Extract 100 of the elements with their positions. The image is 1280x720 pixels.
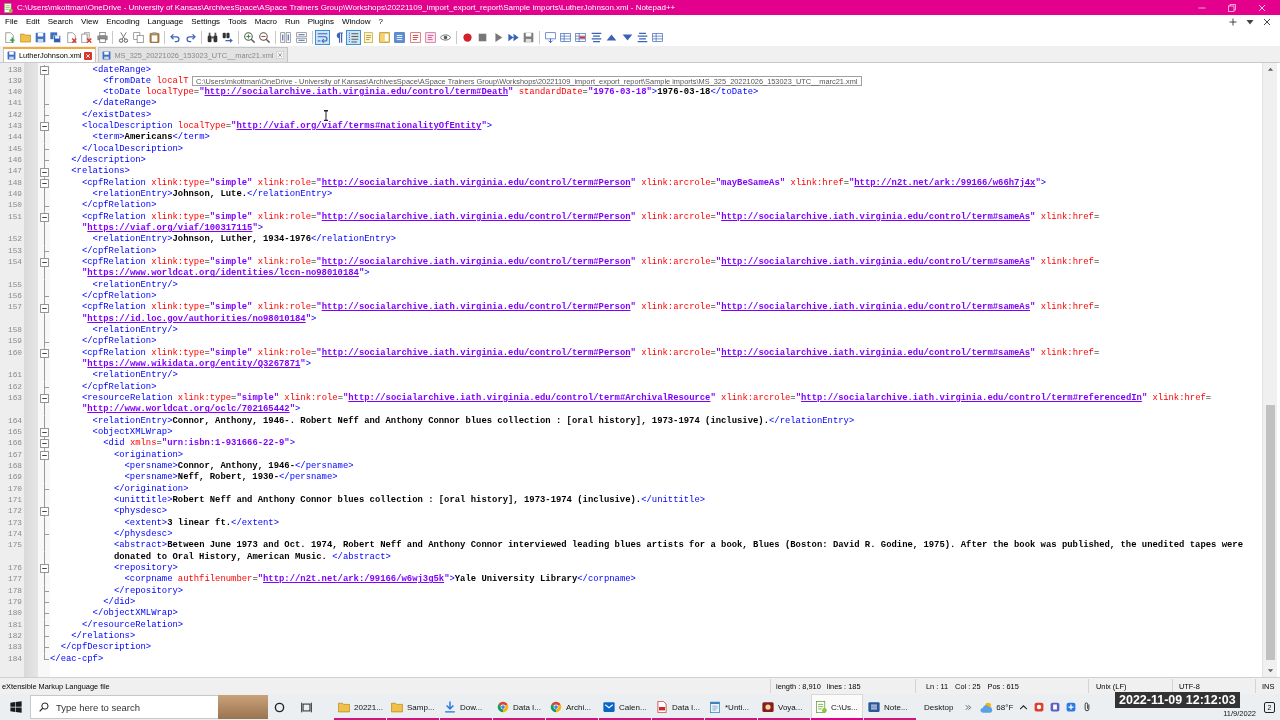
paperclip-icon[interactable] <box>1082 702 1093 712</box>
fold-toggle-icon[interactable] <box>39 65 49 75</box>
code-line: </cpfDescription> <box>60 642 152 654</box>
url-link[interactable]: http://socialarchive.iath.virginia.edu/control/term#Person <box>321 211 631 222</box>
fold-toggle-icon[interactable] <box>39 303 49 313</box>
taskbar-button[interactable]: Dow... <box>440 694 492 720</box>
code-line: <relationEntry>Connor, Anthony, 1946-. Robert Neff and Anthony Connor blues collection : [oral history], 1973-1974 (inclusive).</relationEntry> <box>92 415 855 427</box>
fold-toggle-icon[interactable] <box>39 450 49 460</box>
close-icon[interactable] <box>84 51 93 60</box>
fold-toggle-icon[interactable] <box>39 122 49 132</box>
taskbar-button[interactable]: Data I... <box>493 694 545 720</box>
weather-button[interactable]: 68°F <box>980 700 1014 714</box>
url-link[interactable]: https://www.worldcat.org/identities/lccn-no98010184 <box>87 268 359 279</box>
taskbar-button[interactable]: 20221... <box>334 694 386 720</box>
url-link[interactable]: http://socialarchive.iath.virginia.edu/control/term#Person <box>321 302 631 313</box>
url-link[interactable]: http://socialarchive.iath.virginia.edu/control/term#Person <box>321 347 631 358</box>
code-line: </cpfRelation> <box>81 245 157 257</box>
taskbar-button[interactable]: Voya... <box>758 694 810 720</box>
code-line: </physdesc> <box>113 528 173 540</box>
menu-item[interactable]: View <box>77 16 103 28</box>
url-link[interactable]: http://n2t.net/ark:/99166/w6wj3g5k <box>263 574 445 585</box>
menu-item[interactable]: File <box>1 16 22 28</box>
notepad-icon <box>709 701 721 713</box>
menu-item[interactable]: Run <box>281 16 304 28</box>
toolbar-button[interactable] <box>48 30 64 45</box>
menu-item[interactable]: Tools <box>224 16 251 28</box>
url-link[interactable]: https://id.loc.gov/authorities/no98010184 <box>87 313 306 324</box>
mail-tile-icon <box>603 701 615 713</box>
taskbar-button[interactable]: *Unti... <box>705 694 757 720</box>
app-tile-icon[interactable] <box>1050 702 1061 712</box>
url-link[interactable]: http://socialarchive.iath.virginia.edu/control/term#ArchivalResource <box>348 393 711 403</box>
url-link[interactable]: http://socialarchive.iath.virginia.edu/control/term#Person <box>321 257 631 268</box>
menu-item[interactable]: Language <box>143 16 188 28</box>
fold-toggle-icon[interactable] <box>39 564 49 574</box>
url-link[interactable]: http://viaf.org/viaf/terms#nationalityOfEntity <box>236 121 482 132</box>
document-icon <box>656 701 668 713</box>
close-icon[interactable] <box>1263 18 1271 26</box>
menu-item[interactable]: Macro <box>250 16 282 28</box>
url-link[interactable]: http://www.worldcat.org/oclc/702165442 <box>87 404 290 415</box>
url-link[interactable]: http://n2t.net/ark:/99166/w66h7j4x <box>854 177 1036 188</box>
url-link[interactable]: http://socialarchive.iath.virginia.edu/control/term#sameAs <box>721 302 1031 313</box>
taskbar-button[interactable]: Calen... <box>599 694 651 720</box>
code-line: <cpfRelation xlink:type="simple" xlink:role="http://socialarchive.iath.virginia.edu/control/term#Person" xlink:arcrole="http://socialarchive.iath.virginia.edu/control/term#sameAs" xlink:href= <box>81 257 1100 268</box>
url-link[interactable]: http://socialarchive.iath.virginia.edu/control/term#sameAs <box>721 347 1031 358</box>
start-icon[interactable] <box>10 701 22 713</box>
menu-item[interactable]: Settings <box>187 16 225 28</box>
task-view-icon[interactable] <box>301 701 312 713</box>
desktop-button[interactable]: Desktop <box>924 702 954 712</box>
taskbar-button[interactable]: C:\Us... <box>811 694 863 720</box>
caret-up-icon[interactable] <box>1019 702 1029 712</box>
fold-toggle-icon[interactable] <box>39 348 49 358</box>
code-line: <relations> <box>71 166 130 178</box>
url-link[interactable]: https://viaf.org/viaf/100317115 <box>87 223 253 234</box>
search-field[interactable]: Type here to search <box>30 695 218 719</box>
menu-item[interactable]: ? <box>374 16 387 28</box>
menu-item[interactable]: Encoding <box>102 16 144 28</box>
code-line: <unittitle>Robert Neff and Anthony Connor blues collection : [oral history], 1973-1974 (inclusive).</unittitle> <box>113 494 706 506</box>
vertical-scrollbar[interactable] <box>1262 63 1277 677</box>
menu-item[interactable]: Plugins <box>303 16 338 28</box>
fold-toggle-icon[interactable] <box>39 178 49 188</box>
url-link[interactable]: http://socialarchive.iath.virginia.edu/control/term#Death <box>204 87 509 98</box>
fold-toggle-icon[interactable] <box>39 439 49 449</box>
scrollbar-thumb[interactable] <box>1265 405 1275 660</box>
url-link[interactable]: https://www.wikidata.org/entity/Q3267871 <box>87 359 301 370</box>
taskbar-button[interactable]: Archi... <box>546 694 598 720</box>
fold-toggle-icon[interactable] <box>39 212 49 222</box>
fold-toggle-icon[interactable] <box>39 394 49 404</box>
fold-toggle-icon[interactable] <box>39 258 49 268</box>
scroll-down-icon[interactable] <box>1266 667 1274 674</box>
fold-toggle-icon[interactable] <box>39 167 49 177</box>
code-line: </resourceRelation> <box>81 619 184 631</box>
scroll-up-icon[interactable] <box>1266 66 1274 73</box>
taskbar-button[interactable]: Note... <box>864 694 916 720</box>
caret-down-icon[interactable] <box>1246 18 1254 26</box>
code-line: <toDate localType="http://socialarchive.iath.virginia.edu/control/term#Death" standardDate="1976-03-18">1976-03-18</toDate> <box>103 87 759 98</box>
url-link[interactable]: http://socialarchive.iath.virginia.edu/control/term#sameAs <box>721 257 1031 268</box>
plus-icon[interactable] <box>1229 18 1237 26</box>
taskbar-button[interactable]: Data I... <box>652 694 704 720</box>
app-tile-icon[interactable] <box>1066 702 1077 712</box>
fold-toggle-icon[interactable] <box>39 507 49 517</box>
taskbar-button[interactable]: Samp... <box>387 694 439 720</box>
url-link[interactable]: http://socialarchive.iath.virginia.edu/control/term#sameAs <box>721 211 1031 222</box>
text-cursor-icon <box>322 109 330 121</box>
toolbar-button[interactable] <box>345 30 362 45</box>
menu-item[interactable]: Edit <box>21 16 44 28</box>
code-line: <persname>Neff, Robert, 1930-</persname> <box>124 472 338 484</box>
fold-toggle-icon[interactable] <box>39 428 49 438</box>
stop-icon <box>477 32 489 43</box>
circle-icon[interactable] <box>274 701 285 713</box>
zoom-out-icon <box>259 32 271 43</box>
restore-icon[interactable] <box>1228 3 1236 12</box>
app-tile-icon[interactable] <box>1034 702 1045 712</box>
url-link[interactable]: http://socialarchive.iath.virginia.edu/control/term#Person <box>321 177 631 188</box>
folder-icon <box>391 701 403 713</box>
menu-item[interactable]: Search <box>43 16 78 28</box>
toolbar-button[interactable] <box>220 30 236 45</box>
url-link[interactable]: http://socialarchive.iath.virginia.edu/control/term#referencedIn <box>801 393 1142 403</box>
menu-item[interactable]: Window <box>337 16 375 28</box>
page-plus-icon <box>4 32 16 43</box>
double-chevron-icon[interactable] <box>965 703 973 711</box>
